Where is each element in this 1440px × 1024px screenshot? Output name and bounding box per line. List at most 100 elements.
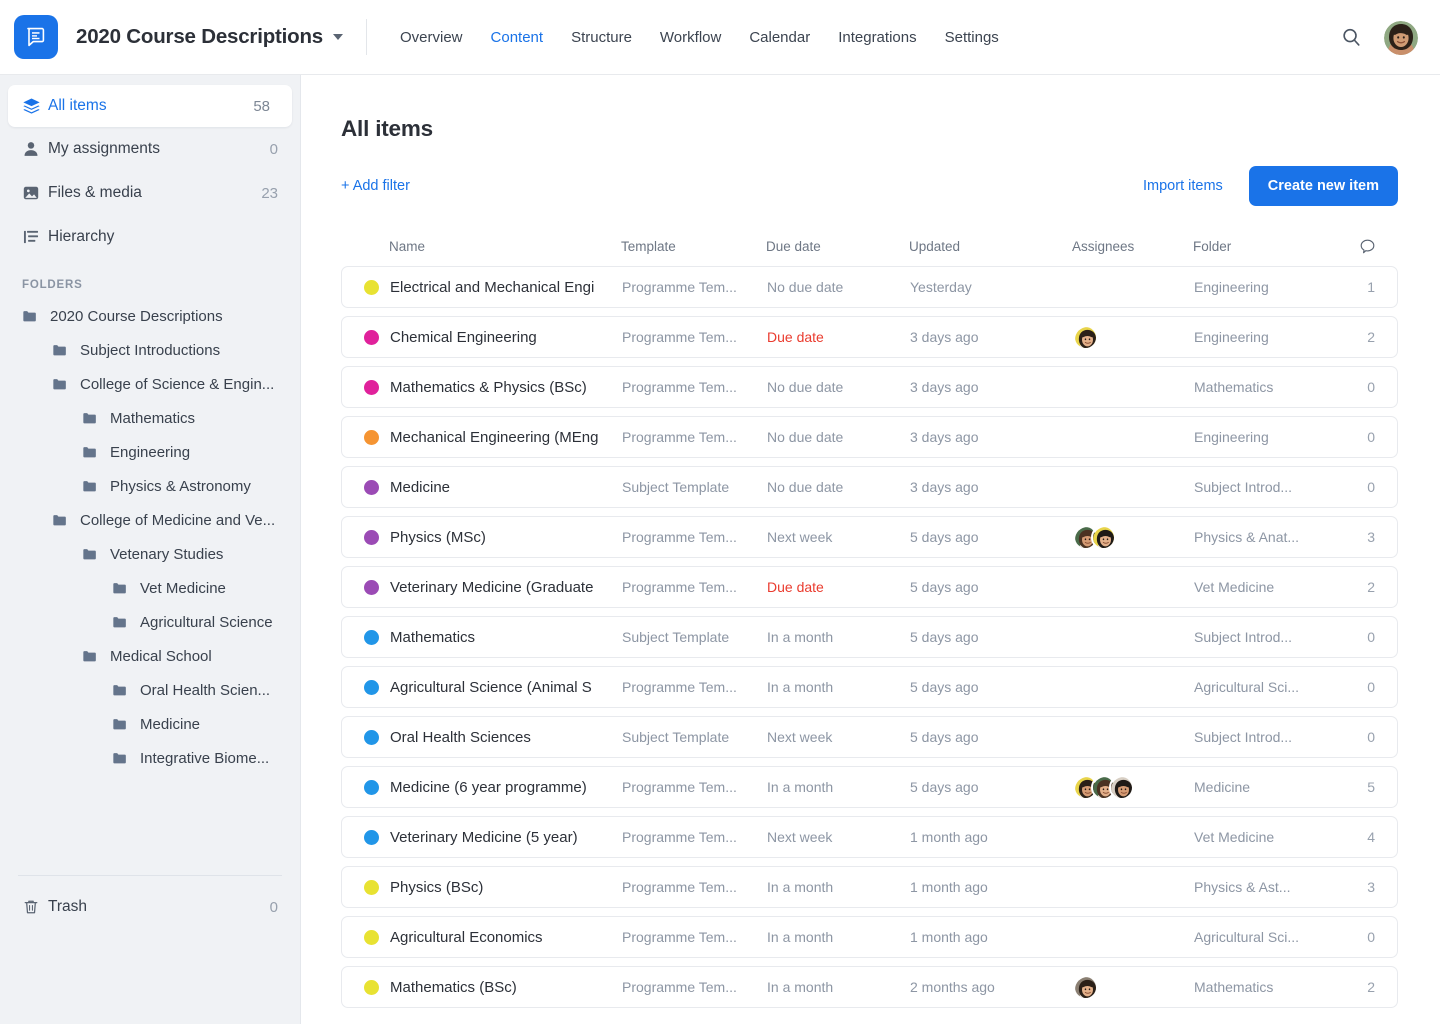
folder-tree-item[interactable]: Medicine <box>0 707 300 741</box>
tab-overview[interactable]: Overview <box>400 29 463 46</box>
tab-structure[interactable]: Structure <box>571 29 632 46</box>
tab-calendar[interactable]: Calendar <box>749 29 810 46</box>
item-comment-count: 0 <box>1367 629 1375 645</box>
table-row[interactable]: Agricultural Science (Animal S Programme … <box>341 666 1398 708</box>
table-row[interactable]: Agricultural Economics Programme Tem... In… <box>341 916 1398 958</box>
table-row[interactable]: Mathematics Subject Template In a month 5 d… <box>341 616 1398 658</box>
item-name-cell[interactable]: Medicine (6 year programme) <box>364 779 622 796</box>
tab-settings[interactable]: Settings <box>945 29 999 46</box>
page-title: 2020 Course Descriptions <box>76 25 323 48</box>
item-name-cell[interactable]: Agricultural Science (Animal S <box>364 679 622 696</box>
folder-tree-item[interactable]: Mathematics <box>0 401 300 435</box>
column-header-name[interactable]: Name <box>363 239 621 254</box>
folder-tree-item[interactable]: Vet Medicine <box>0 571 300 605</box>
sidebar-item-count: 58 <box>253 97 270 115</box>
table-row[interactable]: Chemical Engineering Programme Tem... Due … <box>341 316 1398 358</box>
folder-tree-item[interactable]: Integrative Biome... <box>0 741 300 775</box>
folder-tree-item[interactable]: College of Science & Engin... <box>0 367 300 401</box>
sidebar-item-count: 0 <box>269 140 278 158</box>
folder-tree-item[interactable]: Oral Health Scien... <box>0 673 300 707</box>
item-name-cell[interactable]: Chemical Engineering <box>364 329 622 346</box>
item-template: Programme Tem... <box>622 579 737 595</box>
item-name-cell[interactable]: Mathematics (BSc) <box>364 979 622 996</box>
item-folder: Subject Introd... <box>1194 729 1293 745</box>
status-dot-icon <box>364 679 379 695</box>
import-items-button[interactable]: Import items <box>1143 178 1223 194</box>
item-name-cell[interactable]: Mathematics & Physics (BSc) <box>364 379 622 396</box>
project-title-block[interactable]: 2020 Course Descriptions <box>58 25 343 49</box>
item-due-date: No due date <box>767 479 844 495</box>
column-header-due-date[interactable]: Due date <box>766 239 909 254</box>
item-template: Programme Tem... <box>622 329 737 345</box>
person-icon <box>22 140 48 158</box>
search-icon[interactable] <box>1341 27 1362 48</box>
table-row[interactable]: Veterinary Medicine (Graduate Programme T… <box>341 566 1398 608</box>
table-row[interactable]: Mathematics & Physics (BSc) Programme Tem… <box>341 366 1398 408</box>
sidebar-item-hierarchy[interactable]: Hierarchy <box>0 215 300 259</box>
tab-integrations[interactable]: Integrations <box>838 29 916 46</box>
folder-tree-item[interactable]: Vetenary Studies <box>0 537 300 571</box>
sidebar-item-all-items[interactable]: All items 58 <box>8 85 292 127</box>
add-filter-button[interactable]: + Add filter <box>341 178 410 194</box>
tab-workflow[interactable]: Workflow <box>660 29 721 46</box>
item-name-cell[interactable]: Oral Health Sciences <box>364 729 622 746</box>
sidebar-item-my-assignments[interactable]: My assignments 0 <box>0 127 300 171</box>
document-logo-icon[interactable] <box>14 15 58 59</box>
folder-tree-item[interactable]: Agricultural Science <box>0 605 300 639</box>
sidebar-item-trash[interactable]: Trash 0 <box>0 885 300 929</box>
item-name-cell[interactable]: Physics (BSc) <box>364 879 622 896</box>
status-dot-icon <box>364 579 379 595</box>
item-name-cell[interactable]: Physics (MSc) <box>364 529 622 546</box>
folder-tree-item[interactable]: College of Medicine and Ve... <box>0 503 300 537</box>
assignee-avatars[interactable] <box>1073 974 1098 1000</box>
avatar[interactable] <box>1073 324 1098 350</box>
layers-icon <box>22 97 48 116</box>
folder-item-label: Subject Introductions <box>80 341 221 359</box>
item-name-cell[interactable]: Agricultural Economics <box>364 929 622 946</box>
avatar[interactable] <box>1384 20 1418 55</box>
table-row[interactable]: Electrical and Mechanical Engi Programme … <box>341 266 1398 308</box>
action-bar: + Add filter Import items Create new ite… <box>341 166 1398 206</box>
column-header-updated[interactable]: Updated <box>909 239 1072 254</box>
table-row[interactable]: Mathematics (BSc) Programme Tem... In a mo… <box>341 966 1398 1008</box>
item-name-cell[interactable]: Mathematics <box>364 629 622 646</box>
sidebar-item-files-media[interactable]: Files & media 23 <box>0 171 300 215</box>
item-folder: Medicine <box>1194 779 1251 795</box>
assignee-avatars[interactable] <box>1073 524 1116 550</box>
item-template: Programme Tem... <box>622 929 737 945</box>
create-new-item-button[interactable]: Create new item <box>1248 166 1398 206</box>
avatar[interactable] <box>1109 774 1134 800</box>
item-name-cell[interactable]: Medicine <box>364 479 622 496</box>
folder-icon <box>112 683 140 698</box>
table-row[interactable]: Medicine Subject Template No due date 3 day… <box>341 466 1398 508</box>
column-header-folder[interactable]: Folder <box>1193 239 1303 254</box>
tab-content[interactable]: Content <box>491 29 544 46</box>
assignee-avatars[interactable] <box>1073 774 1134 800</box>
folder-tree-item[interactable]: Medical School <box>0 639 300 673</box>
chevron-down-icon[interactable] <box>333 34 343 40</box>
folder-icon <box>52 343 80 358</box>
assignee-avatars[interactable] <box>1073 324 1098 350</box>
folder-tree-item[interactable]: Engineering <box>0 435 300 469</box>
item-template: Programme Tem... <box>622 829 737 845</box>
folder-tree-item[interactable]: Physics & Astronomy <box>0 469 300 503</box>
table-row[interactable]: Mechanical Engineering (MEng Programme Te… <box>341 416 1398 458</box>
item-name-cell[interactable]: Mechanical Engineering (MEng <box>364 429 622 446</box>
table-row[interactable]: Medicine (6 year programme) Programme Tem… <box>341 766 1398 808</box>
column-header-assignees[interactable]: Assignees <box>1072 239 1193 254</box>
item-name-cell[interactable]: Veterinary Medicine (Graduate <box>364 579 622 596</box>
header-divider <box>366 19 367 55</box>
status-dot-icon <box>364 929 379 945</box>
table-row[interactable]: Physics (MSc) Programme Tem... Next week 5 … <box>341 516 1398 558</box>
avatar[interactable] <box>1073 974 1098 1000</box>
item-name-cell[interactable]: Electrical and Mechanical Engi <box>364 279 622 296</box>
column-header-template[interactable]: Template <box>621 239 766 254</box>
folder-tree-item[interactable]: Subject Introductions <box>0 333 300 367</box>
folder-icon <box>112 717 140 732</box>
table-row[interactable]: Physics (BSc) Programme Tem... In a month 1… <box>341 866 1398 908</box>
folder-tree-item[interactable]: 2020 Course Descriptions <box>0 299 300 333</box>
item-name-cell[interactable]: Veterinary Medicine (5 year) <box>364 829 622 846</box>
avatar[interactable] <box>1091 524 1116 550</box>
table-row[interactable]: Veterinary Medicine (5 year) Programme Te… <box>341 816 1398 858</box>
table-row[interactable]: Oral Health Sciences Subject Template Next… <box>341 716 1398 758</box>
